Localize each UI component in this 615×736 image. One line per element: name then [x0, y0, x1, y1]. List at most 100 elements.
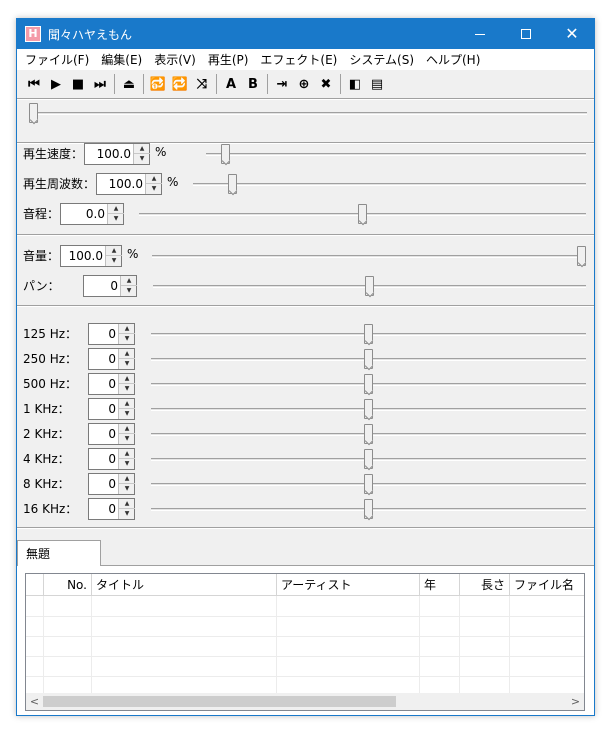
eq-band-spinbox[interactable]: 0 ▲ ▼: [88, 498, 135, 520]
column-header[interactable]: No.: [44, 574, 92, 596]
menu-play[interactable]: 再生(P): [202, 50, 255, 70]
slider-thumb[interactable]: [577, 246, 586, 266]
menu-help[interactable]: ヘルプ(H): [420, 50, 486, 70]
stop-icon[interactable]: ■: [67, 73, 89, 95]
next-track-icon[interactable]: ⏭: [89, 73, 111, 95]
eq-band-slider[interactable]: [151, 349, 586, 371]
frequency-spinbox[interactable]: 100.0 ▲ ▼: [96, 173, 162, 195]
spin-down-icon[interactable]: ▼: [119, 359, 135, 369]
column-header[interactable]: 長さ: [460, 574, 510, 596]
spin-up-icon[interactable]: ▲: [119, 474, 135, 484]
eq-band-slider[interactable]: [151, 399, 586, 421]
spin-up-icon[interactable]: ▲: [119, 399, 135, 409]
tab-untitled[interactable]: 無題: [17, 540, 101, 566]
marker-play-icon[interactable]: ⇥: [271, 73, 293, 95]
slider-track[interactable]: [29, 112, 587, 115]
slider-thumb[interactable]: [364, 474, 373, 494]
eq-band-spinbox[interactable]: 0 ▲ ▼: [88, 448, 135, 470]
horizontal-scrollbar[interactable]: < >: [26, 693, 584, 710]
repeat-all-icon[interactable]: 🔁: [169, 73, 191, 95]
column-header[interactable]: ファイル名: [510, 574, 584, 596]
menu-view[interactable]: 表示(V): [148, 50, 202, 70]
slider-thumb[interactable]: [364, 324, 373, 344]
delete-marker-icon[interactable]: ✖: [315, 73, 337, 95]
menu-edit[interactable]: 編集(E): [95, 50, 148, 70]
eq-band-slider[interactable]: [151, 499, 586, 521]
spin-up-icon[interactable]: ▲: [119, 374, 135, 384]
slider-thumb[interactable]: [364, 349, 373, 369]
eject-icon[interactable]: ⏏: [118, 73, 140, 95]
spin-up-icon[interactable]: ▲: [108, 204, 124, 214]
eq-band-spinbox[interactable]: 0 ▲ ▼: [88, 323, 135, 345]
spin-up-icon[interactable]: ▲: [146, 174, 162, 184]
previous-track-icon[interactable]: ⏮: [23, 73, 45, 95]
eq-band-spinbox[interactable]: 0 ▲ ▼: [88, 373, 135, 395]
speed-spinbox[interactable]: 100.0 ▲ ▼: [84, 143, 150, 165]
eq-band-spinbox[interactable]: 0 ▲ ▼: [88, 473, 135, 495]
ab-point-b-icon[interactable]: B: [242, 73, 264, 95]
volume-spinbox[interactable]: 100.0 ▲ ▼: [60, 245, 122, 267]
frequency-slider[interactable]: [193, 174, 586, 196]
spin-down-icon[interactable]: ▼: [119, 509, 135, 519]
eq-band-slider[interactable]: [151, 449, 586, 471]
spin-up-icon[interactable]: ▲: [119, 449, 135, 459]
spin-down-icon[interactable]: ▼: [146, 184, 162, 194]
speed-slider[interactable]: [206, 144, 586, 166]
spin-up-icon[interactable]: ▲: [119, 324, 135, 334]
menu-system[interactable]: システム(S): [343, 50, 420, 70]
slider-thumb[interactable]: [364, 499, 373, 519]
pitch-slider[interactable]: [139, 204, 586, 226]
eq-band-spinbox[interactable]: 0 ▲ ▼: [88, 398, 135, 420]
slider-thumb[interactable]: [364, 424, 373, 444]
pitch-spinbox[interactable]: 0.0 ▲ ▼: [60, 203, 124, 225]
spin-down-icon[interactable]: ▼: [121, 286, 137, 296]
add-marker-icon[interactable]: ⊕: [293, 73, 315, 95]
scroll-right-icon[interactable]: >: [567, 693, 584, 710]
minimize-button[interactable]: [457, 19, 503, 49]
eq-band-slider[interactable]: [151, 474, 586, 496]
eq-band-slider[interactable]: [151, 424, 586, 446]
spin-up-icon[interactable]: ▲: [119, 499, 135, 509]
spin-down-icon[interactable]: ▼: [119, 384, 135, 394]
scroll-left-icon[interactable]: <: [26, 693, 43, 710]
ab-point-a-icon[interactable]: A: [220, 73, 242, 95]
explorer-view-icon[interactable]: ◧: [344, 73, 366, 95]
slider-thumb[interactable]: [228, 174, 237, 194]
eq-band-slider[interactable]: [151, 374, 586, 396]
pan-slider[interactable]: [153, 276, 586, 298]
title-bar[interactable]: H 聞々ハヤえもん ✕: [17, 19, 594, 49]
spin-up-icon[interactable]: ▲: [119, 424, 135, 434]
spin-down-icon[interactable]: ▼: [108, 214, 124, 224]
spin-up-icon[interactable]: ▲: [106, 246, 122, 256]
shuffle-icon[interactable]: ⤨: [191, 73, 213, 95]
spin-down-icon[interactable]: ▼: [119, 409, 135, 419]
scrollbar-thumb[interactable]: [43, 696, 396, 707]
spin-down-icon[interactable]: ▼: [134, 154, 150, 164]
slider-thumb[interactable]: [358, 204, 367, 224]
slider-thumb[interactable]: [364, 449, 373, 469]
playlist-table[interactable]: No. タイトル アーティスト年長さ ファイル名 < >: [25, 573, 585, 711]
slider-thumb[interactable]: [29, 103, 38, 123]
eq-band-slider[interactable]: [151, 324, 586, 346]
spin-down-icon[interactable]: ▼: [106, 256, 122, 266]
spin-down-icon[interactable]: ▼: [119, 484, 135, 494]
playlist-view-icon[interactable]: ▤: [366, 73, 388, 95]
slider-thumb[interactable]: [364, 399, 373, 419]
close-button[interactable]: ✕: [549, 19, 594, 49]
spin-up-icon[interactable]: ▲: [119, 349, 135, 359]
play-icon[interactable]: ▶: [45, 73, 67, 95]
app-icon[interactable]: H: [25, 26, 41, 42]
eq-band-spinbox[interactable]: 0 ▲ ▼: [88, 423, 135, 445]
column-header[interactable]: [26, 574, 44, 596]
slider-track[interactable]: [193, 183, 586, 186]
menu-effect[interactable]: エフェクト(E): [254, 50, 343, 70]
slider-thumb[interactable]: [364, 374, 373, 394]
slider-thumb[interactable]: [365, 276, 374, 296]
volume-slider[interactable]: [152, 246, 586, 268]
spin-down-icon[interactable]: ▼: [119, 334, 135, 344]
slider-track[interactable]: [152, 255, 586, 258]
eq-band-spinbox[interactable]: 0 ▲ ▼: [88, 348, 135, 370]
seek-slider[interactable]: [29, 103, 587, 125]
column-header[interactable]: 年: [420, 574, 460, 596]
column-header[interactable]: アーティスト: [277, 574, 420, 596]
